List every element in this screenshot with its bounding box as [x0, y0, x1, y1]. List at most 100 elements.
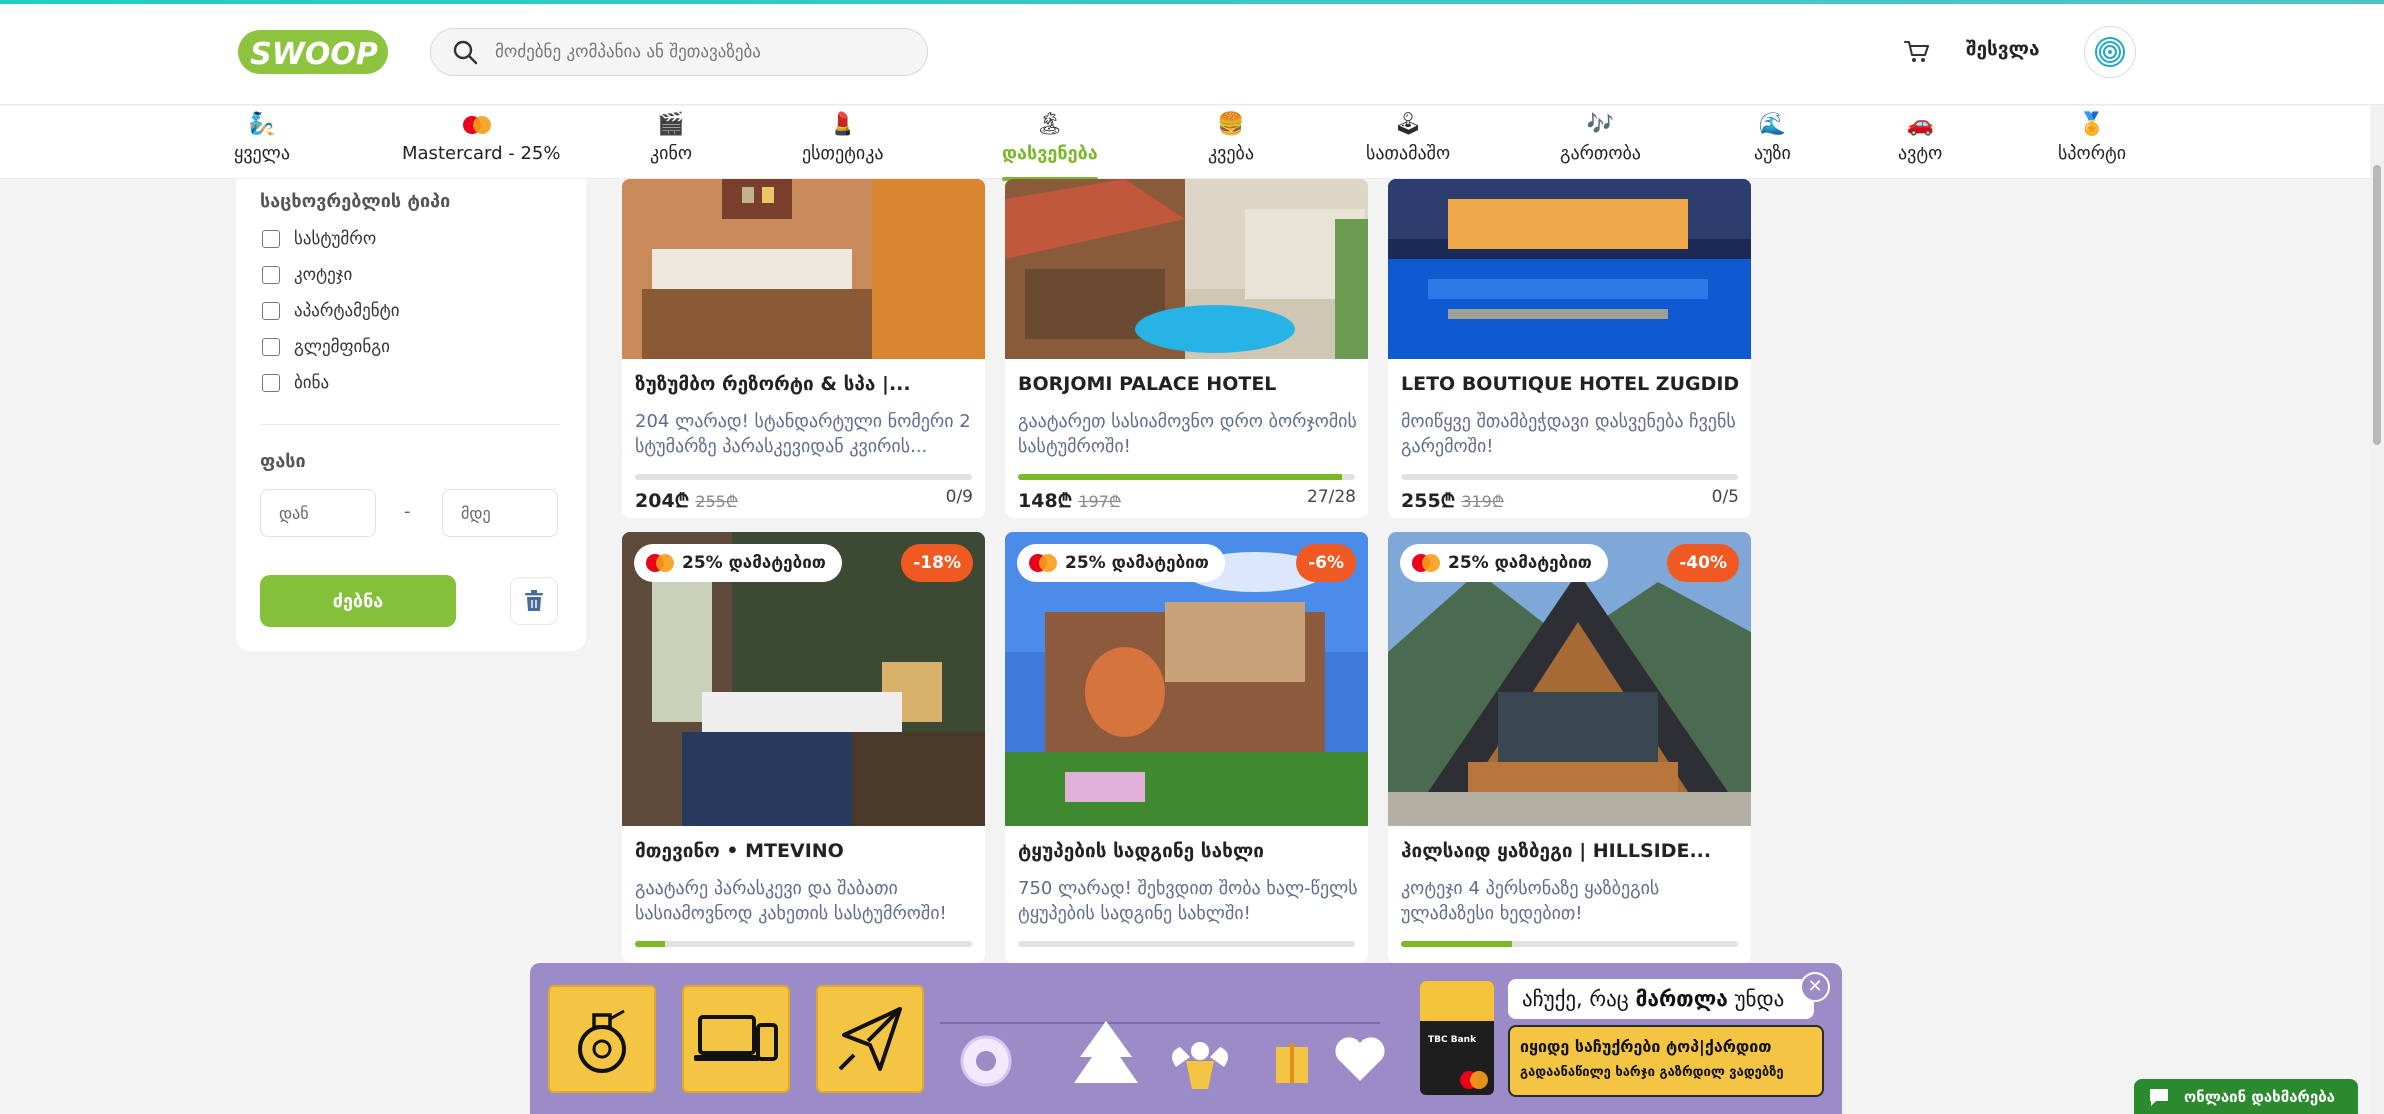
offer-card[interactable]: LETO BOUTIQUE HOTEL ZUGDIDI |... მოიწყვე…	[1388, 179, 1751, 518]
checkbox[interactable]	[262, 374, 280, 392]
sold-progress-bar	[635, 941, 972, 947]
filter-search-button[interactable]: ძებნა	[260, 575, 456, 627]
scrollbar-thumb[interactable]	[2373, 165, 2381, 445]
offer-card[interactable]: 25% დამატებით -18% მთევინო • MTEVINO გაა…	[622, 532, 985, 963]
offer-description: 750 ლარად! შეხვდით შობა ხალ-წელს ტყუპები…	[1018, 878, 1358, 924]
old-price: 319₾	[1461, 492, 1505, 511]
category-cinema[interactable]: 🎬 კინო	[650, 110, 692, 178]
filter-hotel[interactable]: სასტუმრო	[262, 229, 376, 249]
sold-progress-bar	[635, 474, 972, 480]
offer-card[interactable]: 25% დამატებით -6% ტყუპების სადგინე სახლი…	[1005, 532, 1368, 963]
promo-cta[interactable]: იყიდე საჩუქრები ტოპ|ქარდით გადაანაწილე ხ…	[1508, 1025, 1824, 1097]
offer-price: 148₾ 197₾	[1018, 490, 1122, 512]
progress-fill	[1401, 941, 1513, 947]
category-label: სათამაშო	[1366, 143, 1451, 164]
offer-description: გაატარეთ სასიამოვნო დრო ბორჯომის სასტუმრ…	[1018, 411, 1357, 457]
offer-description: მოიწყვე შთამბეჭდავი დასვენება ჩვენს გარე…	[1401, 411, 1736, 457]
offer-card[interactable]: BORJOMI PALACE HOTEL გაატარეთ სასიამოვნო…	[1005, 179, 1368, 518]
checkbox-label: აპარტამენტი	[294, 301, 400, 321]
mastercard-icon	[646, 554, 674, 572]
offer-image	[622, 179, 985, 359]
sold-count: 0/5	[1711, 487, 1739, 507]
category-pool[interactable]: 🌊 აუზი	[1754, 110, 1791, 178]
price-heading: ფასი	[260, 451, 306, 472]
promo-close-button[interactable]: ✕	[1800, 972, 1830, 1002]
checkbox-label: სასტუმრო	[294, 229, 377, 249]
mastercard-icon	[402, 110, 560, 140]
promo-tile-electronics[interactable]	[682, 985, 790, 1093]
filter-flat[interactable]: ბინა	[262, 373, 329, 393]
category-sport[interactable]: 🏅 სპორტი	[2058, 110, 2126, 178]
promo-banner[interactable]: TBC Bank აჩუქე, რაც მართლა უნდა იყიდე სა…	[530, 963, 1842, 1114]
old-price: 197₾	[1078, 492, 1122, 511]
promo-tile-travel[interactable]	[816, 985, 924, 1093]
category-games[interactable]: 🕹 სათამაშო	[1366, 110, 1450, 178]
offer-card[interactable]: 25% დამატებით -40% ჰილსაიდ ყაზბეგი | HIL…	[1388, 532, 1751, 963]
filter-cottage[interactable]: კოტეჯი	[262, 265, 352, 285]
checkbox[interactable]	[262, 266, 280, 284]
search-icon	[453, 40, 478, 65]
offer-title: ტყუპების სადგინე სახლი	[1018, 840, 1265, 862]
account-button[interactable]	[2084, 26, 2136, 78]
category-mastercard[interactable]: Mastercard - 25%	[402, 110, 560, 178]
clapperboard-icon: 🎬	[657, 112, 685, 137]
mastercard-icon	[1460, 1071, 1488, 1089]
progress-fill	[1018, 474, 1342, 480]
category-vacation[interactable]: 🏝 დასვენება	[1002, 110, 1098, 181]
search-bar[interactable]	[430, 28, 928, 76]
discount-badge: -6%	[1296, 544, 1356, 582]
page-scrollbar[interactable]	[2370, 105, 2384, 1114]
offer-title: LETO BOUTIQUE HOTEL ZUGDIDI |...	[1401, 373, 1741, 395]
checkbox-label: კოტეჯი	[294, 265, 353, 285]
category-label: სპორტი	[2058, 143, 2127, 164]
sold-progress-bar	[1018, 474, 1355, 480]
discount-badge: -18%	[901, 544, 973, 582]
burger-icon: 🍔	[1217, 112, 1245, 137]
clear-filters-button[interactable]	[510, 577, 558, 625]
perfume-icon	[578, 1009, 626, 1073]
island-icon: 🏝	[1035, 112, 1064, 137]
search-input[interactable]	[495, 42, 895, 62]
sold-count: 27/28	[1307, 487, 1356, 507]
discount-badge: -40%	[1667, 544, 1739, 582]
price-to-input[interactable]	[442, 489, 558, 537]
online-help-button[interactable]: ონლაინ დახმარება	[2134, 1079, 2358, 1114]
laptop-phone-icon	[694, 1015, 778, 1061]
pool-icon: 🌊	[1758, 112, 1787, 137]
price-from-input[interactable]	[260, 489, 376, 537]
airplane-icon	[838, 1007, 902, 1071]
music-note-icon: 🎶	[1586, 112, 1615, 137]
offer-price: 255₾ 319₾	[1401, 490, 1505, 512]
checkbox[interactable]	[262, 338, 280, 356]
cart-icon[interactable]	[1902, 36, 1932, 66]
lipstick-icon: 💄	[829, 112, 857, 137]
offer-card[interactable]: ზუზუმბო რეზორტი & სპა |... 204 ლარად! სტ…	[622, 179, 985, 518]
filter-apartment[interactable]: აპარტამენტი	[262, 301, 400, 321]
price-separator: -	[404, 501, 411, 522]
category-all[interactable]: 🧞 ყველა	[234, 110, 290, 178]
swoop-logo[interactable]: SWOOP	[236, 26, 392, 78]
filter-glamping[interactable]: გლემფინგი	[262, 337, 390, 357]
sold-progress-bar	[1018, 941, 1355, 947]
category-label: ყველა	[234, 143, 290, 164]
checkbox[interactable]	[262, 230, 280, 248]
promo-tile-perfume[interactable]	[548, 985, 656, 1093]
offer-title: ჰილსაიდ ყაზბეგი | HILLSIDE...	[1401, 840, 1712, 862]
promo-headline: აჩუქე, რაც მართლა უნდა	[1508, 979, 1814, 1019]
login-link[interactable]: შესვლა	[1966, 38, 2040, 60]
category-aesthetics[interactable]: 💄 ესთეტიკა	[802, 110, 884, 178]
christmas-decorations	[940, 1021, 1385, 1089]
category-auto[interactable]: 🚗 ავტო	[1898, 110, 1942, 178]
promo-cta-line: იყიდე საჩუქრები ტოპ|ქარდით	[1520, 1037, 1772, 1056]
mastercard-icon	[1029, 554, 1057, 572]
offer-description: კოტეჯი 4 პერსონაზე ყაზბეგის ულამაზესი ხე…	[1401, 878, 1660, 924]
category-label: აუზი	[1754, 143, 1791, 164]
category-entertainment[interactable]: 🎶 გართობა	[1560, 110, 1641, 178]
old-price: 255₾	[695, 492, 739, 511]
card-brand: TBC Bank	[1428, 1035, 1477, 1045]
category-food[interactable]: 🍔 კვება	[1208, 110, 1254, 178]
category-label: გართობა	[1560, 143, 1641, 164]
checkbox[interactable]	[262, 302, 280, 320]
offer-image	[1005, 179, 1368, 359]
offer-price: 204₾ 255₾	[635, 490, 739, 512]
